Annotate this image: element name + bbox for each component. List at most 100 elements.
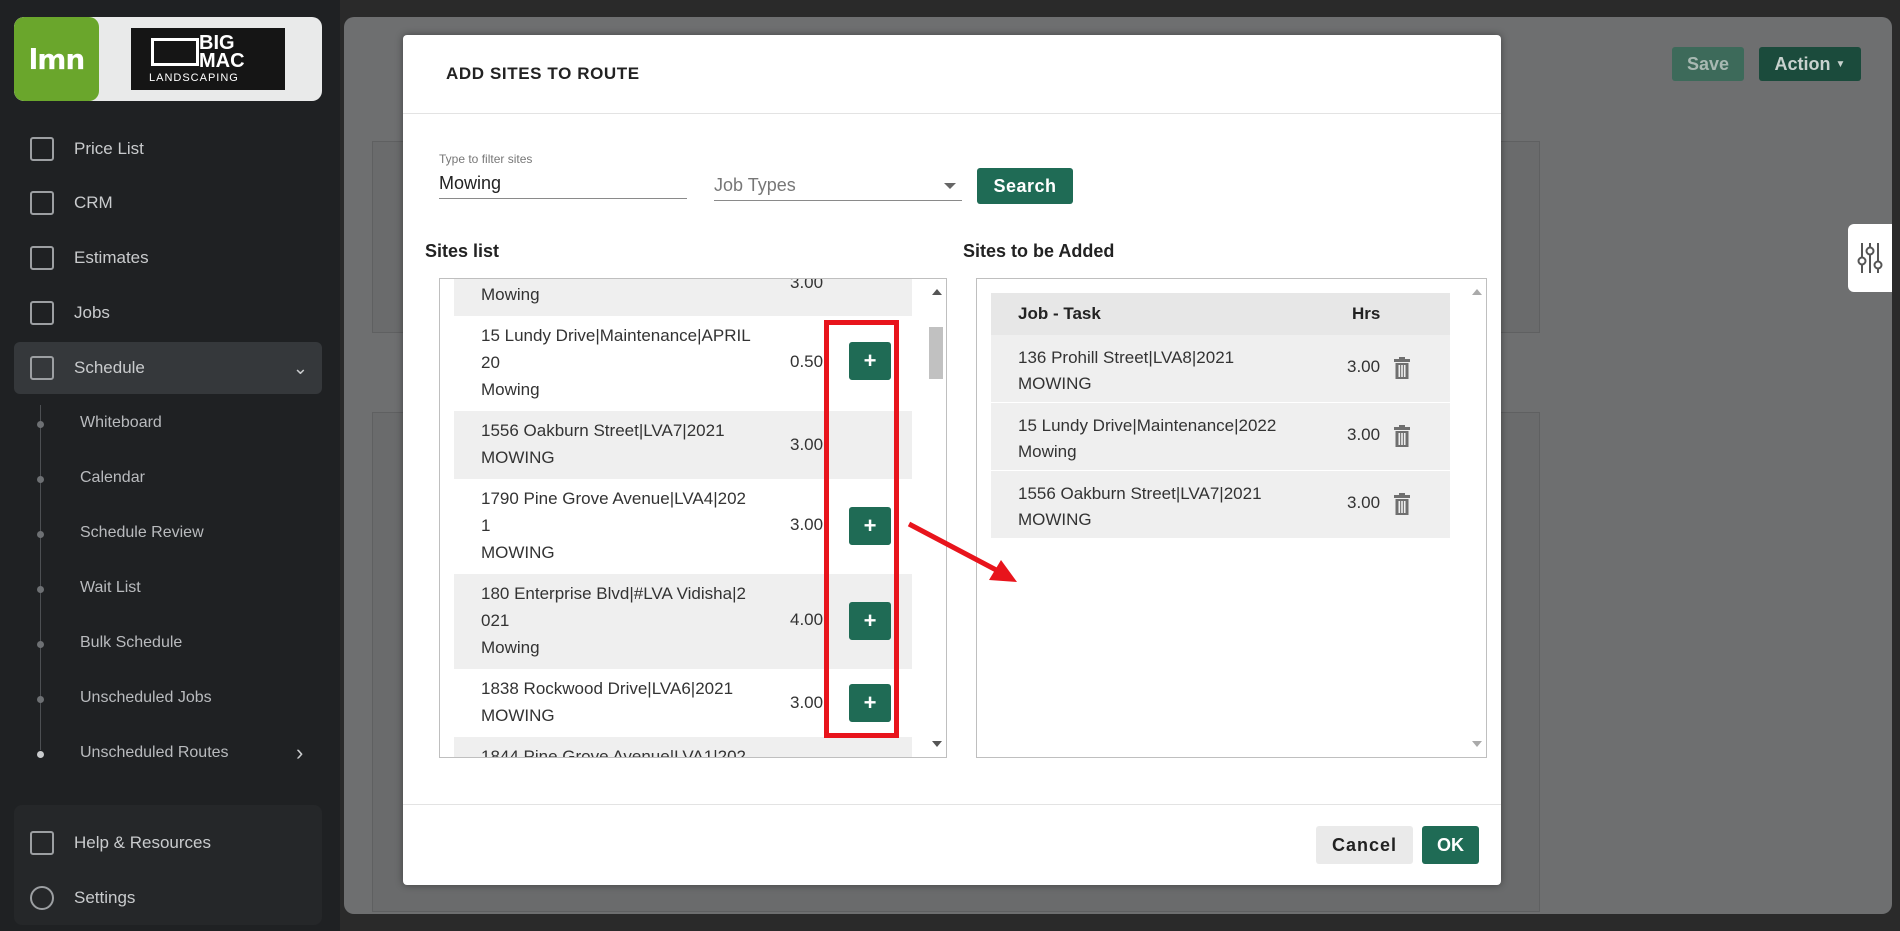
site-name: Mowing [481,285,540,304]
sites-list-scrollbar[interactable] [926,279,946,757]
trash-icon[interactable] [1393,357,1411,379]
job-types-select[interactable]: Job Types [714,171,962,201]
chevron-down-icon: ⌄ [292,357,308,378]
table-row: 136 Prohill Street|LVA8|2021 MOWING 3.00 [991,335,1450,403]
site-hours: 3.00 [790,435,824,454]
chevron-right-icon: › [296,740,304,765]
list-item: Mowing 3.00 [454,279,912,316]
cancel-button[interactable]: Cancel [1316,826,1413,864]
site-name: 1790 Pine Grove Avenue|LVA4|202 1 MOWING [481,489,746,562]
scroll-thumb[interactable] [929,327,943,379]
sites-to-be-added-title: Sites to be Added [963,241,1115,261]
sidebar-item-jobs[interactable]: Jobs [14,287,322,339]
site-name: 1556 Oakburn Street|LVA7|2021 MOWING [481,421,725,467]
scroll-down-icon[interactable] [1472,741,1482,747]
search-button[interactable]: Search [977,168,1073,204]
sidebar-item-price-list[interactable]: Price List [14,123,322,175]
site-name: 1844 Pine Grove Avenue|LVA1|202 [481,747,746,758]
job-task-cell: 1556 Oakburn Street|LVA7|2021 MOWING [1018,484,1262,529]
contact-icon [30,191,54,215]
brand-line2: MAC [199,50,245,72]
site-hours: 0.50 [790,352,824,371]
scroll-down-icon[interactable] [932,741,942,747]
trash-icon[interactable] [1393,493,1411,515]
brand-line3: LANDSCAPING [149,72,239,84]
trash-icon[interactable] [1393,425,1411,447]
gear-icon [30,886,54,910]
filter-label: Type to filter sites [439,152,533,166]
action-dropdown-button[interactable]: Action ▼ [1759,47,1861,81]
company-logo: BIG MAC LANDSCAPING [131,28,285,90]
filter-settings-icon[interactable] [1848,224,1892,292]
annotation-arrow [907,521,1017,582]
site-name: 180 Enterprise Blvd|#LVA Vidisha|2 021 M… [481,584,746,657]
sidebar-item-label: Jobs [74,303,110,322]
sidebar-subitem-wait-list[interactable]: Wait List [80,579,141,597]
job-task-cell: 136 Prohill Street|LVA8|2021 MOWING [1018,348,1235,393]
logo-area: lmn BIG MAC LANDSCAPING [14,17,322,101]
sidebar-item-estimates[interactable]: Estimates [14,232,322,284]
submenu-dot [37,641,44,648]
filter-sites-input[interactable] [439,169,687,199]
ok-button[interactable]: OK [1422,826,1479,864]
sidebar-item-help[interactable]: Help & Resources [14,817,322,869]
site-name: 15 Lundy Drive|Maintenance|APRIL 20 Mowi… [481,326,751,399]
add-sites-modal: ADD SITES TO ROUTE Type to filter sites … [403,35,1501,885]
sidebar-item-label: Estimates [74,248,149,267]
caret-down-icon [944,183,956,189]
submenu-dot [37,696,44,703]
table-row: 15 Lundy Drive|Maintenance|2022 Mowing 3… [991,403,1450,471]
caret-down-icon: ▼ [1835,58,1846,70]
hours-cell: 3.00 [1347,425,1381,444]
column-header-job-task: Job - Task [1018,304,1101,323]
calendar-icon [30,356,54,380]
sidebar-subitem-unscheduled-jobs[interactable]: Unscheduled Jobs [80,689,212,707]
list-icon [30,137,54,161]
submenu-dot [37,421,44,428]
site-hours: 3.00 [790,693,824,712]
save-button[interactable]: Save [1672,47,1744,81]
sidebar-subitem-bulk-schedule[interactable]: Bulk Schedule [80,634,182,652]
sidebar-subitem-whiteboard[interactable]: Whiteboard [80,414,162,432]
sidebar-subitem-schedule-review[interactable]: Schedule Review [80,524,204,542]
annotation-highlight-box [824,320,899,738]
scroll-up-icon[interactable] [932,289,942,295]
sidebar-item-label: CRM [74,193,113,212]
hours-cell: 3.00 [1347,357,1381,376]
scroll-up-icon[interactable] [1472,289,1482,295]
hours-cell: 3.00 [1347,493,1381,512]
calculator-icon [30,246,54,270]
site-hours: 3.00 [790,515,824,534]
site-name: 1838 Rockwood Drive|LVA6|2021 MOWING [481,679,734,725]
site-hours: 4.00 [790,610,824,629]
sites-to-be-added-table: Job - Task Hrs 136 Prohill Street|LVA8|2… [991,293,1450,539]
sidebar-item-label: Schedule [74,358,145,377]
lmn-logo: lmn [14,17,99,101]
submenu-dot [37,476,44,483]
sites-list-title: Sites list [425,241,500,261]
action-label: Action [1774,53,1831,74]
sidebar-item-label: Help & Resources [74,833,212,852]
help-icon [30,831,54,855]
sites-to-be-added-scrollbar[interactable] [1466,279,1486,757]
list-item: 1844 Pine Grove Avenue|LVA1|202 [454,737,912,758]
submenu-dot [37,751,44,758]
sidebar: lmn BIG MAC LANDSCAPING Price List CRM E… [0,0,340,931]
table-row: 1556 Oakburn Street|LVA7|2021 MOWING 3.0… [991,471,1450,539]
sidebar-item-crm[interactable]: CRM [14,177,322,229]
modal-header: ADD SITES TO ROUTE [403,35,1501,114]
column-header-hrs: Hrs [1352,304,1381,323]
job-task-cell: 15 Lundy Drive|Maintenance|2022 Mowing [1018,416,1277,461]
company-logo-mark [151,38,199,66]
sidebar-item-label: Settings [74,888,136,907]
job-types-placeholder: Job Types [714,175,796,195]
sidebar-subitem-calendar[interactable]: Calendar [80,469,145,487]
sites-to-be-added-list: Job - Task Hrs 136 Prohill Street|LVA8|2… [976,278,1487,758]
sidebar-item-settings[interactable]: Settings [14,872,322,924]
sidebar-subitem-unscheduled-routes[interactable]: Unscheduled Routes [80,744,229,762]
submenu-dot [37,586,44,593]
building-icon [30,301,54,325]
sidebar-item-schedule[interactable]: Schedule ⌄ [14,342,322,394]
site-hours: 3.00 [790,278,824,292]
submenu-dot [37,531,44,538]
